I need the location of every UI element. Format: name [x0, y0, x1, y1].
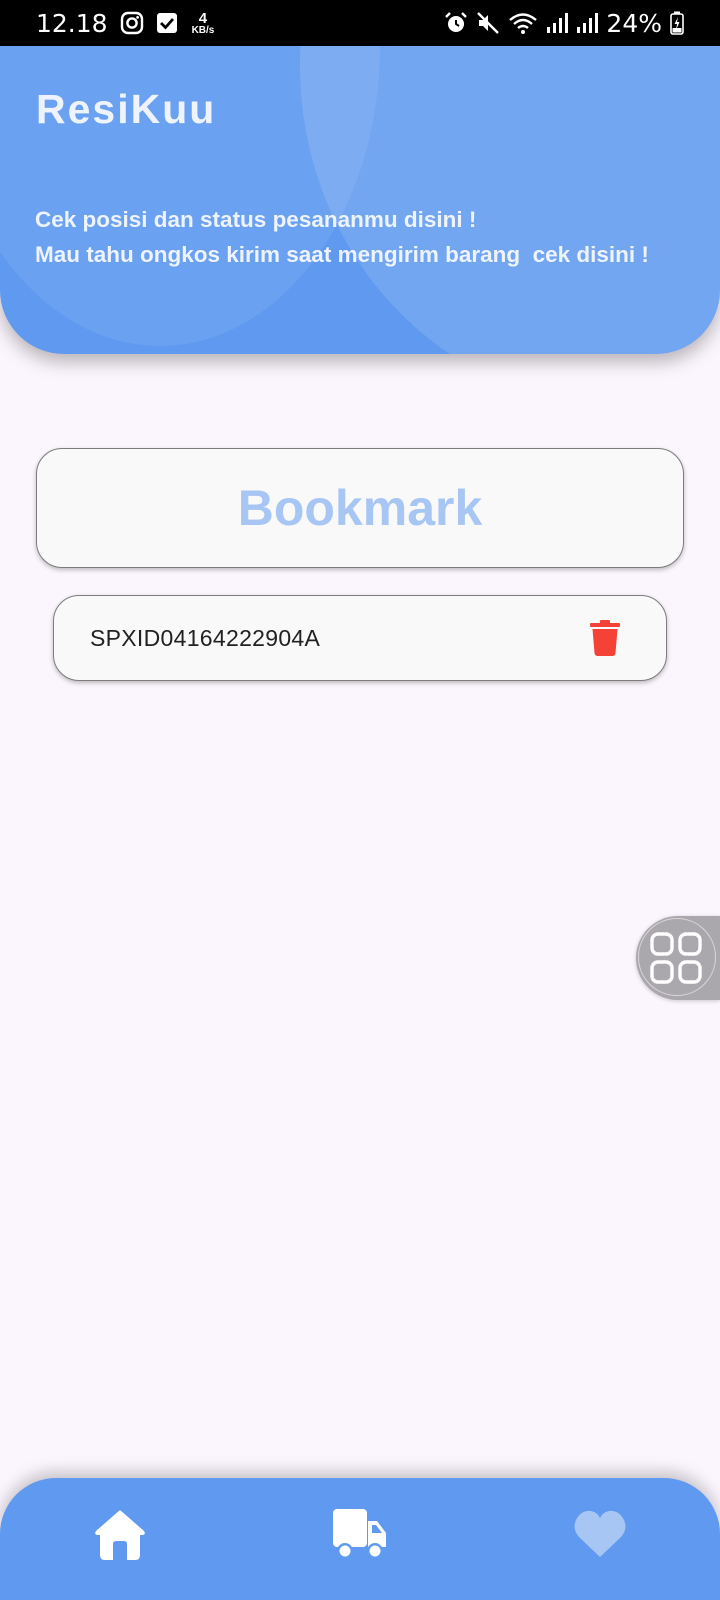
status-bar: 12.18 4 KB/s 24% — [0, 0, 720, 46]
status-time: 12.18 — [36, 8, 108, 38]
alarm-icon — [445, 12, 468, 32]
signal-icon — [547, 13, 569, 33]
net-speed: 4 KB/s — [192, 11, 215, 36]
app-description: Cek posisi dan status pesananmu disini !… — [35, 202, 705, 272]
truck-icon — [333, 1509, 386, 1559]
bookmark-title: Bookmark — [237, 480, 483, 536]
resi-number: SPXID04164222904A — [90, 624, 321, 651]
home-icon — [95, 1510, 145, 1560]
bookmark-title-card: Bookmark — [36, 448, 684, 568]
heart-icon — [574, 1510, 626, 1557]
nav-bookmark[interactable] — [570, 1504, 630, 1564]
nav-tracking[interactable] — [330, 1504, 390, 1564]
net-speed-value: 4 — [198, 9, 208, 27]
signal-icon — [577, 13, 599, 33]
mute-icon — [477, 12, 500, 34]
battery-charging-icon — [670, 11, 684, 35]
grid-icon — [650, 932, 702, 984]
bookmark-item[interactable]: SPXID04164222904A — [53, 595, 667, 681]
bottom-navigation — [0, 1478, 720, 1600]
wifi-icon — [509, 13, 538, 34]
description-line: Mau tahu ongkos kirim saat mengirim bara… — [35, 242, 649, 267]
app-header: ResiKuu Cek posisi dan status pesananmu … — [0, 46, 720, 354]
floating-menu-button[interactable] — [636, 916, 720, 1000]
trash-icon[interactable] — [590, 620, 620, 656]
battery-percent: 24% — [606, 8, 662, 38]
app-title: ResiKuu — [36, 86, 217, 132]
description-line: Cek posisi dan status pesananmu disini ! — [35, 207, 477, 232]
nav-home[interactable] — [90, 1504, 150, 1564]
header-decoration — [300, 46, 720, 354]
instagram-icon — [120, 11, 143, 35]
net-speed-unit: KB/s — [191, 24, 215, 36]
check-square-icon — [156, 13, 177, 33]
